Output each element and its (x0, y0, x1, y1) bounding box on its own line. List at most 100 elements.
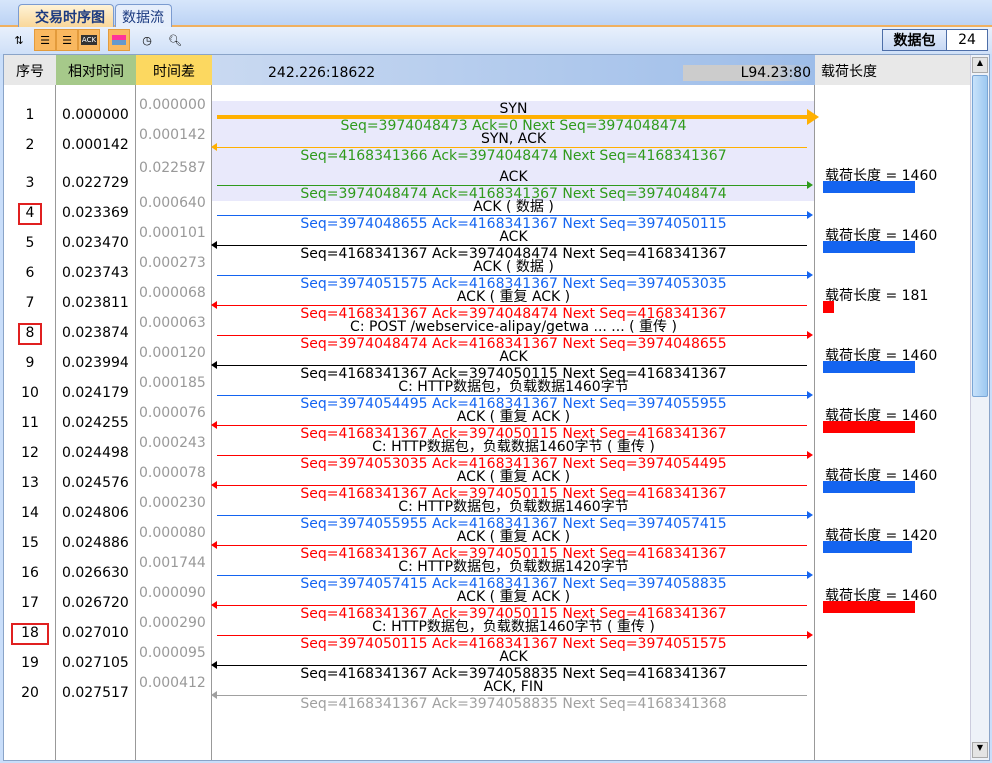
payload-bar (823, 241, 915, 253)
packet-arrow[interactable] (217, 631, 813, 639)
row-number[interactable]: 5 (4, 235, 56, 251)
arrow-head-icon (211, 301, 217, 309)
payload-bar (823, 481, 915, 493)
packet-arrow[interactable] (217, 109, 819, 125)
row-number[interactable]: 14 (4, 505, 56, 521)
time-delta: 0.000243 (139, 435, 206, 451)
packet-arrow[interactable] (211, 481, 807, 489)
row-number[interactable]: 16 (4, 565, 56, 581)
packet-arrow[interactable] (217, 331, 813, 339)
row-number[interactable]: 15 (4, 535, 56, 551)
payload-bar (823, 361, 915, 373)
packet-label: ACK ( 数据 ) (473, 199, 554, 215)
payload-bar (823, 541, 912, 553)
scroll-up-button[interactable]: ▲ (972, 57, 988, 73)
arrow-head-icon (211, 241, 217, 249)
packet-arrow[interactable] (211, 241, 807, 249)
packet-arrow[interactable] (211, 541, 807, 549)
packet-arrow[interactable] (211, 143, 807, 151)
row-number[interactable]: 13 (4, 475, 56, 491)
packet-arrow[interactable] (217, 451, 813, 459)
packet-label: ACK ( 重复 ACK ) (456, 529, 571, 545)
time-delta: 0.000142 (139, 127, 206, 143)
packet-label: C: HTTP数据包，负载数据1420字节 (398, 559, 629, 575)
marked-row-box (18, 323, 42, 345)
arrow-head-icon (807, 211, 813, 219)
header-payload[interactable]: 载荷长度 (815, 55, 970, 85)
header-delta[interactable]: 时间差 (136, 55, 212, 85)
tab-sequence-diagram[interactable]: 交易时序图 (18, 4, 114, 27)
packet-arrow[interactable] (211, 661, 807, 669)
arrow-head-icon (807, 571, 813, 579)
payload-bar (823, 421, 915, 433)
sequence-diagram: SYN Seq=3974048473 Ack=0 Next Seq=3974048… (211, 85, 819, 760)
header-rel-time[interactable]: 相对时间 (56, 55, 136, 85)
row-number[interactable]: 17 (4, 595, 56, 611)
scroll-thumb[interactable] (972, 75, 988, 397)
relative-time: 0.024886 (62, 535, 129, 551)
row-number[interactable]: 9 (4, 355, 56, 371)
marked-row-box (18, 203, 42, 225)
relative-time: 0.022729 (62, 175, 129, 191)
packet-arrow[interactable] (211, 421, 807, 429)
relative-time: 0.024806 (62, 505, 129, 521)
time-delta: 0.000080 (139, 525, 206, 541)
scroll-down-button[interactable]: ▼ (972, 742, 988, 758)
header-seq[interactable]: 序号 (4, 55, 56, 85)
vertical-scrollbar[interactable]: ▲ ▼ (970, 55, 989, 760)
arrow-head-icon (211, 541, 217, 549)
packet-arrow[interactable] (217, 571, 813, 579)
relative-time: 0.024498 (62, 445, 129, 461)
packet-arrow[interactable] (211, 361, 807, 369)
arrow-head-icon (211, 601, 217, 609)
relative-time: 0.023811 (62, 295, 129, 311)
row-number[interactable]: 11 (4, 415, 56, 431)
relative-time: 0.023994 (62, 355, 129, 371)
row-number[interactable]: 2 (4, 137, 56, 153)
row-number[interactable]: 19 (4, 655, 56, 671)
arrow-head-icon (211, 361, 217, 369)
packet-arrow[interactable] (217, 211, 813, 219)
arrow-head-icon (807, 271, 813, 279)
search-icon[interactable]: 🔍︎ (164, 29, 186, 51)
color-bars-icon[interactable] (108, 29, 130, 51)
packet-label: ACK ( 数据 ) (473, 259, 554, 275)
arrow-head-icon (211, 421, 217, 429)
time-delta: 0.000090 (139, 585, 206, 601)
sequence-table: 序号 相对时间 时间差 242.226:18622 L94.23:80 载荷长度… (3, 54, 990, 761)
renumber-icon[interactable]: ⇅ (8, 29, 30, 51)
row-number[interactable]: 20 (4, 685, 56, 701)
relative-time: 0.027105 (62, 655, 129, 671)
packet-count-value: 24 (958, 32, 976, 48)
time-delta: 0.000640 (139, 195, 206, 211)
relative-time: 0.024179 (62, 385, 129, 401)
packet-arrow[interactable] (211, 691, 807, 699)
time-delta: 0.000273 (139, 255, 206, 271)
packet-arrow[interactable] (217, 511, 813, 519)
row-number[interactable]: 7 (4, 295, 56, 311)
row-number[interactable]: 6 (4, 265, 56, 281)
packet-label: SYN, ACK (480, 131, 547, 147)
list-icon[interactable]: ☰ (34, 29, 56, 51)
packet-label: ACK (499, 649, 528, 665)
packet-arrow[interactable] (217, 181, 813, 189)
packet-arrow[interactable] (211, 301, 807, 309)
list-play-icon[interactable]: ☰ (56, 29, 78, 51)
tab-data-flow[interactable]: 数据流 (115, 4, 172, 27)
arrow-head-icon (807, 391, 813, 399)
packet-arrow[interactable] (217, 391, 813, 399)
arrow-head-icon (211, 143, 217, 151)
relative-time: 0.000000 (62, 107, 129, 123)
time-delta: 0.022587 (139, 160, 206, 176)
payload-bar (823, 301, 834, 313)
packet-arrow[interactable] (211, 601, 807, 609)
row-number[interactable]: 12 (4, 445, 56, 461)
arrow-head-icon (211, 691, 217, 699)
row-number[interactable]: 1 (4, 107, 56, 123)
ack-icon[interactable]: ACK (78, 29, 100, 51)
relative-time: 0.023874 (62, 325, 129, 341)
row-number[interactable]: 3 (4, 175, 56, 191)
packet-arrow[interactable] (217, 271, 813, 279)
clock-icon[interactable]: ◷ (136, 29, 158, 51)
row-number[interactable]: 10 (4, 385, 56, 401)
